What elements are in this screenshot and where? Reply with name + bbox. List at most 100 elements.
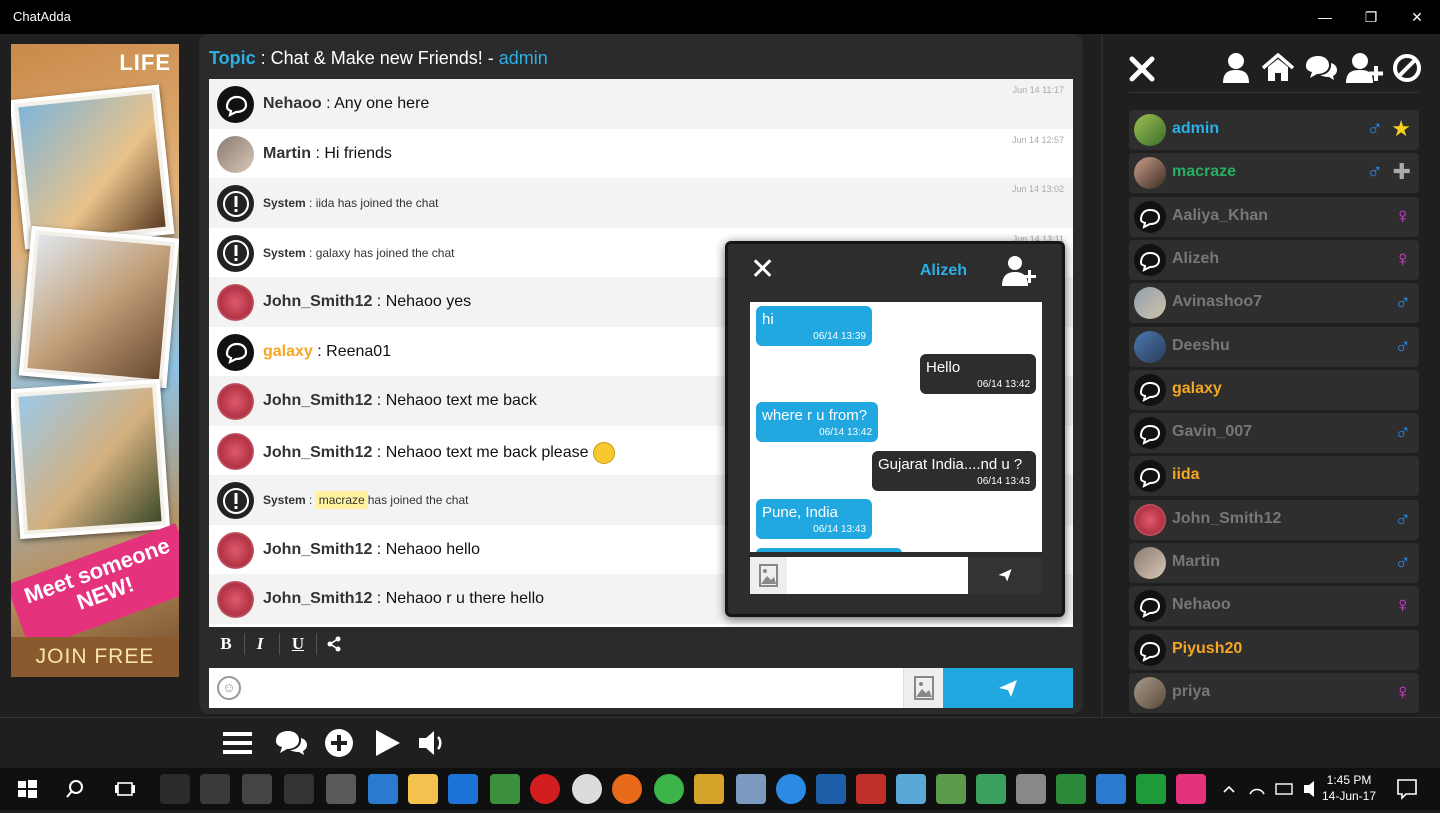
user-row-gavin-007[interactable]: Gavin_007 ♂ <box>1129 413 1419 454</box>
firefox-icon[interactable] <box>612 774 642 804</box>
search-icon[interactable] <box>60 774 90 804</box>
user-row-galaxy[interactable]: galaxy <box>1129 369 1419 410</box>
message-username[interactable]: galaxy <box>263 343 313 360</box>
message-username[interactable]: John_Smith12 <box>263 392 372 409</box>
underline-button[interactable]: U <box>287 632 309 656</box>
notifications-icon[interactable] <box>1392 768 1422 810</box>
close-private-chat-icon[interactable]: ✕ <box>750 255 775 285</box>
user-avatar[interactable] <box>217 432 254 470</box>
file-explorer-icon[interactable] <box>408 774 438 804</box>
calculator-icon[interactable] <box>242 774 272 804</box>
app-icon[interactable] <box>856 774 886 804</box>
block-icon[interactable] <box>1391 50 1423 86</box>
app-icon[interactable] <box>816 774 846 804</box>
maximize-button[interactable]: ❐ <box>1348 0 1394 34</box>
private-send-button[interactable] <box>968 557 1042 594</box>
ad-join-button[interactable]: JOIN FREE <box>11 637 179 677</box>
profile-icon[interactable] <box>1221 50 1251 86</box>
menu-icon[interactable] <box>222 728 254 758</box>
app-icon[interactable] <box>694 774 724 804</box>
add-friend-icon[interactable] <box>1000 254 1040 288</box>
app-icon[interactable] <box>1056 774 1086 804</box>
user-avatar[interactable] <box>217 531 254 569</box>
topic-owner[interactable]: admin <box>499 48 548 68</box>
settings-icon[interactable] <box>200 774 230 804</box>
speaker-icon[interactable] <box>418 728 450 758</box>
private-message-input[interactable] <box>787 557 967 594</box>
chatadda-taskbar-icon[interactable] <box>1176 774 1206 804</box>
user-row-admin[interactable]: admin ♂ ★ <box>1129 110 1419 150</box>
user-row-priya[interactable]: priya ♀ <box>1129 672 1419 713</box>
user-row-deeshu[interactable]: Deeshu ♂ <box>1129 326 1419 367</box>
private-message-thread[interactable]: hi 06/14 13:39 Hello 06/14 13:42 where r u… <box>750 302 1042 552</box>
close-icon[interactable] <box>1127 50 1157 86</box>
mail-icon[interactable] <box>284 774 314 804</box>
add-friend-icon[interactable] <box>1345 50 1385 86</box>
task-view-icon[interactable] <box>110 774 140 804</box>
user-row-piyush20[interactable]: Piyush20 <box>1129 629 1419 670</box>
user-row-alizeh[interactable]: Alizeh ♀ <box>1129 239 1419 280</box>
edge-browser-icon[interactable] <box>448 774 478 804</box>
app-icon[interactable] <box>776 774 806 804</box>
emoji-icon[interactable]: ☺ <box>217 676 241 700</box>
minimize-button[interactable]: — <box>1302 0 1348 34</box>
user-row-iida[interactable]: iida <box>1129 456 1419 497</box>
clock[interactable]: 1:45 PM 14-Jun-17 <box>1318 768 1380 810</box>
message-username[interactable]: John_Smith12 <box>263 444 372 461</box>
app-icon[interactable] <box>572 774 602 804</box>
user-avatar[interactable] <box>217 333 254 371</box>
windows-start-icon[interactable] <box>12 774 42 804</box>
app-icon[interactable] <box>1136 774 1166 804</box>
app-icon[interactable] <box>736 774 766 804</box>
message-username[interactable]: John_Smith12 <box>263 293 372 310</box>
private-chat-username[interactable]: Alizeh <box>920 262 967 280</box>
system-tray[interactable] <box>1220 768 1330 810</box>
advertisement-banner[interactable]: LIFE Meet someone NEW! JOIN FREE <box>11 44 179 677</box>
add-icon[interactable] <box>324 728 356 758</box>
app-icon[interactable] <box>326 774 356 804</box>
play-icon[interactable] <box>374 728 406 758</box>
chats-icon[interactable] <box>1303 50 1339 86</box>
app-icon[interactable] <box>490 774 520 804</box>
app-icon[interactable] <box>896 774 926 804</box>
chats-icon[interactable] <box>273 728 309 758</box>
message-username[interactable]: John_Smith12 <box>263 590 372 607</box>
message-input[interactable] <box>251 668 901 708</box>
send-button[interactable] <box>943 668 1073 708</box>
italic-button[interactable]: I <box>249 632 271 656</box>
close-button[interactable]: ✕ <box>1394 0 1440 34</box>
message-body: : Nehaoo yes <box>372 293 472 310</box>
store-icon[interactable] <box>160 774 190 804</box>
user-avatar[interactable] <box>217 383 254 420</box>
message-username[interactable]: Martin <box>263 145 311 162</box>
user-avatar[interactable] <box>217 284 254 321</box>
user-row-aaliya-khan[interactable]: Aaliya_Khan ♀ <box>1129 196 1419 237</box>
private-image-upload-icon[interactable] <box>750 557 787 594</box>
bubble-text: where r u from? <box>762 407 868 424</box>
app-icon[interactable] <box>936 774 966 804</box>
user-row-martin[interactable]: Martin ♂ <box>1129 543 1419 583</box>
user-row-john-smith12[interactable]: John_Smith12 ♂ <box>1129 499 1419 540</box>
message-username[interactable]: John_Smith12 <box>263 541 372 558</box>
highlighted-username[interactable]: macraze <box>315 491 368 509</box>
clock-date: 14-Jun-17 <box>1321 789 1377 803</box>
message-username[interactable]: Nehaoo <box>263 95 322 112</box>
user-row-avinashoo7[interactable]: Avinashoo7 ♂ <box>1129 283 1419 324</box>
home-icon[interactable] <box>1261 50 1295 86</box>
user-row-macraze[interactable]: macraze ♂ ✚ <box>1129 153 1419 194</box>
app-icon[interactable] <box>976 774 1006 804</box>
opera-icon[interactable] <box>530 774 560 804</box>
chat-bubble-icon <box>1134 200 1166 233</box>
user-avatar[interactable] <box>217 135 254 173</box>
message-body: : Nehaoo hello <box>372 540 480 558</box>
user-avatar[interactable] <box>217 581 254 618</box>
app-icon[interactable] <box>368 774 398 804</box>
bold-button[interactable]: B <box>215 632 237 656</box>
user-row-nehaoo[interactable]: Nehaoo ♀ <box>1129 586 1419 627</box>
app-icon[interactable] <box>1016 774 1046 804</box>
chrome-icon[interactable] <box>654 774 684 804</box>
image-upload-icon[interactable] <box>903 668 943 708</box>
share-icon[interactable] <box>323 632 345 656</box>
app-icon[interactable] <box>1096 774 1126 804</box>
user-avatar[interactable] <box>217 86 254 123</box>
